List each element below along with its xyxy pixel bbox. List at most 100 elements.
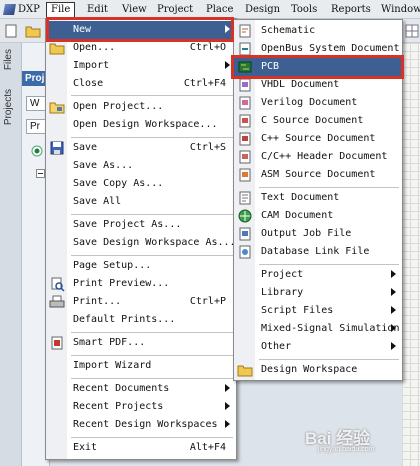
dxp-logo-icon[interactable]	[3, 4, 16, 15]
new-menu-other[interactable]: Other	[234, 338, 402, 356]
menu-project[interactable]: Project	[157, 3, 193, 17]
output-job-icon	[239, 227, 251, 241]
menu-item-shortcut: Ctrl+S	[189, 142, 226, 153]
menu-item-label: Open...	[73, 42, 116, 53]
file-menu-import-wizard[interactable]: Import Wizard	[46, 357, 236, 375]
file-menu-close[interactable]: Close Ctrl+F4	[46, 75, 236, 93]
menu-item-label: Default Prints...	[73, 314, 176, 325]
menu-item-label: Smart PDF...	[73, 337, 146, 348]
menu-item-label: Library	[261, 287, 304, 298]
new-menu-cpp-source[interactable]: C++ Source Document	[234, 130, 402, 148]
schematic-doc-icon	[239, 24, 251, 38]
menu-item-shortcut: Ctrl+P	[189, 296, 226, 307]
file-menu-default-prints[interactable]: Default Prints...	[46, 311, 236, 329]
menu-item-label: Save Project As...	[73, 219, 182, 230]
design-canvas[interactable]	[402, 43, 420, 466]
file-menu-save-all[interactable]: Save All	[46, 193, 236, 211]
submenu-arrow-icon	[391, 342, 396, 350]
menu-item-label: C Source Document	[261, 115, 364, 126]
menu-item-label: Page Setup...	[73, 260, 152, 271]
menu-item-label: Print...	[73, 296, 122, 307]
file-menu-recent-design-workspaces[interactable]: Recent Design Workspaces	[46, 416, 236, 434]
new-menu-mixed-signal[interactable]: Mixed-Signal Simulation	[234, 320, 402, 338]
menu-item-label: VHDL Document	[261, 79, 340, 90]
menu-item-label: Script Files	[261, 305, 334, 316]
tree-collapse-icon[interactable]	[36, 169, 45, 178]
submenu-arrow-icon	[391, 306, 396, 314]
menu-file[interactable]: File	[46, 2, 76, 17]
menu-edit[interactable]: Edit	[87, 3, 108, 17]
menu-design[interactable]: Design	[245, 3, 280, 17]
file-menu-save-design-workspace-as[interactable]: Save Design Workspace As...	[46, 234, 236, 252]
menu-item-label: Save As...	[73, 160, 134, 171]
file-menu-save[interactable]: Save Ctrl+S	[46, 139, 236, 157]
file-menu-recent-projects[interactable]: Recent Projects	[46, 398, 236, 416]
menu-item-label: CAM Document	[261, 210, 334, 221]
files-tab[interactable]: Files	[3, 49, 14, 70]
menu-view[interactable]: View	[122, 3, 147, 17]
menu-item-label: Text Document	[261, 192, 340, 203]
c-source-doc-icon	[239, 114, 251, 128]
file-menu-open-design-workspace[interactable]: Open Design Workspace...	[46, 116, 236, 134]
submenu-arrow-icon	[391, 270, 396, 278]
menu-dxp[interactable]: DXP	[18, 3, 40, 17]
menu-item-label: Print Preview...	[73, 278, 170, 289]
menu-item-label: Save	[73, 142, 98, 153]
cpp-source-doc-icon	[239, 132, 251, 146]
file-menu-page-setup[interactable]: Page Setup...	[46, 257, 236, 275]
new-menu-design-workspace[interactable]: Design Workspace	[234, 361, 402, 379]
new-menu-output-job[interactable]: Output Job File	[234, 225, 402, 243]
open-folder-icon	[49, 43, 65, 55]
file-menu-exit[interactable]: Exit Alt+F4	[46, 439, 236, 457]
radio-option-icon[interactable]	[31, 145, 43, 157]
new-menu-project[interactable]: Project	[234, 266, 402, 284]
menu-tools[interactable]: Tools	[291, 3, 317, 17]
file-menu-print-preview[interactable]: Print Preview...	[46, 275, 236, 293]
menu-item-label: Other	[261, 341, 292, 352]
new-menu-library[interactable]: Library	[234, 284, 402, 302]
menu-place[interactable]: Place	[206, 3, 233, 17]
file-menu-smart-pdf[interactable]: Smart PDF...	[46, 334, 236, 352]
new-highlight-box	[46, 17, 234, 42]
submenu-arrow-icon	[391, 324, 396, 332]
file-menu-save-project-as[interactable]: Save Project As...	[46, 216, 236, 234]
menu-reports[interactable]: Reports	[331, 3, 371, 17]
vhdl-doc-icon	[239, 78, 251, 92]
open-folder-icon[interactable]	[25, 23, 41, 39]
menu-item-shortcut: Alt+F4	[189, 442, 226, 453]
menu-item-label: Output Job File	[261, 228, 352, 239]
new-menu-script-files[interactable]: Script Files	[234, 302, 402, 320]
new-menu-header[interactable]: C/C++ Header Document	[234, 148, 402, 166]
new-menu-schematic[interactable]: Schematic	[234, 22, 402, 40]
submenu-arrow-icon	[225, 384, 230, 392]
submenu-arrow-icon	[225, 61, 230, 69]
new-menu-text[interactable]: Text Document	[234, 189, 402, 207]
submenu-arrow-icon	[225, 420, 230, 428]
new-menu-cam[interactable]: CAM Document	[234, 207, 402, 225]
menu-item-label: C/C++ Header Document	[261, 151, 388, 162]
menu-separator	[71, 214, 233, 215]
verilog-doc-icon	[239, 96, 251, 110]
file-menu-save-as[interactable]: Save As...	[46, 157, 236, 175]
new-menu-verilog[interactable]: Verilog Document	[234, 94, 402, 112]
new-menu-asm-source[interactable]: ASM Source Document	[234, 166, 402, 184]
file-menu-open-project[interactable]: Open Project...	[46, 98, 236, 116]
menu-item-label: Recent Design Workspaces	[73, 419, 218, 430]
text-doc-icon	[239, 191, 251, 205]
menu-item-label: Open Design Workspace...	[73, 119, 218, 130]
menu-separator	[259, 264, 399, 265]
menu-separator	[71, 137, 233, 138]
new-document-icon[interactable]	[3, 23, 19, 39]
new-menu-c-source[interactable]: C Source Document	[234, 112, 402, 130]
menu-window[interactable]: Window	[381, 3, 420, 17]
menu-separator	[259, 359, 399, 360]
projects-tab[interactable]: Projects	[3, 89, 14, 125]
file-menu-save-copy-as[interactable]: Save Copy As...	[46, 175, 236, 193]
file-menu-import[interactable]: Import	[46, 57, 236, 75]
file-menu-recent-documents[interactable]: Recent Documents	[46, 380, 236, 398]
menu-item-label: Import Wizard	[73, 360, 152, 371]
toolbar-grid-icon[interactable]	[404, 23, 420, 39]
new-menu-database-link[interactable]: Database Link File	[234, 243, 402, 261]
file-menu-print[interactable]: Print... Ctrl+P	[46, 293, 236, 311]
menu-item-label: Exit	[73, 442, 98, 453]
